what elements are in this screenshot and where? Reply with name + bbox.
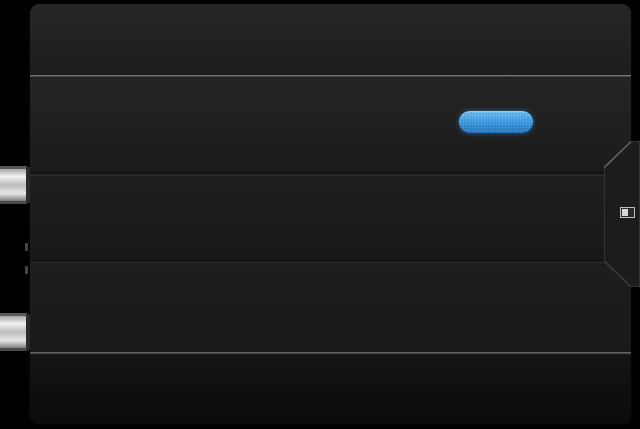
rca-connector-icon[interactable] — [0, 166, 30, 204]
device-body — [30, 4, 631, 424]
lower-panel — [30, 263, 631, 352]
rca-connector-icon[interactable] — [0, 313, 30, 351]
slide-switch-icon[interactable] — [620, 207, 635, 218]
middle-panel — [30, 176, 631, 260]
switch-knob — [622, 209, 628, 216]
upper-panel — [30, 78, 631, 172]
port-marker — [25, 266, 28, 274]
status-led-icon — [459, 111, 533, 133]
top-bezel — [30, 4, 631, 75]
port-marker — [25, 243, 28, 251]
bottom-bezel — [30, 355, 631, 424]
